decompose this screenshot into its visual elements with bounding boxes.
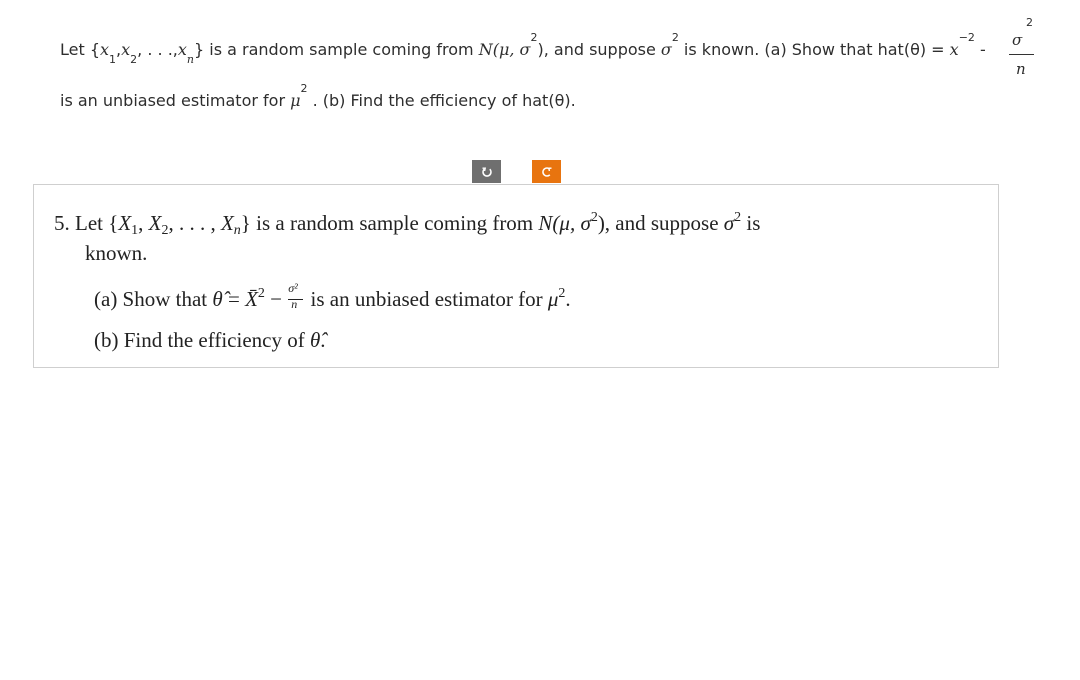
subscript: 1: [131, 223, 139, 238]
period: .: [565, 287, 571, 311]
text: ), and suppose: [597, 211, 724, 235]
fraction-numerator-exponent: 2: [1026, 16, 1033, 29]
period: .: [320, 328, 326, 352]
var-N: N: [478, 40, 493, 59]
text: (b) Find the efficiency of: [94, 328, 310, 352]
params: (μ, σ: [552, 211, 591, 235]
var-theta-hat: θ̂: [212, 287, 223, 311]
superscript: 2: [257, 286, 265, 301]
superscript: 2: [300, 82, 308, 95]
var-sigma: σ: [660, 40, 672, 59]
rotate-clockwise-button[interactable]: [472, 160, 501, 183]
minus: -: [974, 40, 986, 59]
question-image: 5. Let {X1, X2, . . . , Xn} is a random …: [33, 184, 999, 368]
superscript: 2: [590, 210, 598, 225]
comma: ,: [138, 211, 149, 235]
subscript: n: [186, 53, 194, 66]
text: Let {: [60, 40, 101, 59]
image-line-2: known.: [85, 241, 148, 265]
text: is known. (a) Show that hat(θ) =: [678, 40, 950, 59]
fraction-numerator: σ²: [288, 281, 298, 296]
params: (μ, σ: [492, 40, 531, 59]
superscript: 2: [558, 286, 566, 301]
superscript: 2: [734, 210, 742, 225]
subscript: n: [233, 223, 241, 238]
var-theta-hat: θ̂: [309, 328, 321, 352]
ellipsis: , . . .,: [137, 40, 178, 59]
var-X: X: [220, 211, 234, 235]
rotate-counterclockwise-button[interactable]: [532, 160, 561, 183]
question-text-line-2: is an unbiased estimator for μ2 . (b) Fi…: [60, 82, 576, 110]
equals: =: [222, 287, 246, 311]
text: Let {: [75, 211, 119, 235]
image-line-1: 5. Let {X1, X2, . . . , Xn} is a random …: [54, 210, 761, 238]
rotate-clockwise-icon: [481, 167, 492, 177]
var-x: x: [100, 40, 110, 59]
question-text-line-1: Let {x1,x2, . . .,xn} is a random sample…: [60, 31, 986, 66]
fraction: σ² n: [287, 281, 305, 312]
text: ), and suppose: [537, 40, 661, 59]
var-mu: μ: [290, 91, 301, 110]
var-mu: μ: [547, 287, 559, 311]
text: } is a random sample coming from: [193, 40, 479, 59]
subscript: 2: [161, 223, 169, 238]
fraction-bar: [1009, 54, 1034, 55]
var-xbar: X̄: [245, 287, 258, 311]
var-x: x: [949, 40, 959, 59]
subscript: 2: [130, 53, 138, 66]
text: is an unbiased estimator for: [60, 91, 291, 110]
subscript: 1: [109, 53, 117, 66]
var-sigma: σ: [723, 211, 735, 235]
fraction-denominator: n: [291, 297, 298, 312]
text: is: [741, 211, 761, 235]
superscript: −2: [958, 31, 975, 44]
var-N: N: [538, 211, 553, 235]
text: . (b) Find the efficiency of hat(θ).: [307, 91, 576, 110]
text: (a) Show that: [94, 287, 213, 311]
superscript: 2: [671, 31, 679, 44]
fraction-numerator: σ: [1012, 31, 1023, 49]
question-number: 5.: [54, 211, 70, 235]
image-part-a: (a) Show that θ̂ = X̄2 − σ² n is an unbia…: [94, 281, 571, 312]
var-x: x: [177, 40, 187, 59]
text: } is a random sample coming from: [240, 211, 539, 235]
ellipsis: , . . . ,: [168, 211, 221, 235]
superscript: 2: [530, 31, 538, 44]
image-part-b: (b) Find the efficiency of θ̂.: [94, 328, 326, 353]
var-X: X: [148, 211, 162, 235]
text: is an unbiased estimator for: [305, 287, 548, 311]
var-X: X: [118, 211, 132, 235]
minus: −: [264, 287, 288, 311]
fraction-denominator: n: [1016, 60, 1026, 78]
var-x: x: [121, 40, 131, 59]
rotate-counterclockwise-icon: [541, 166, 551, 177]
